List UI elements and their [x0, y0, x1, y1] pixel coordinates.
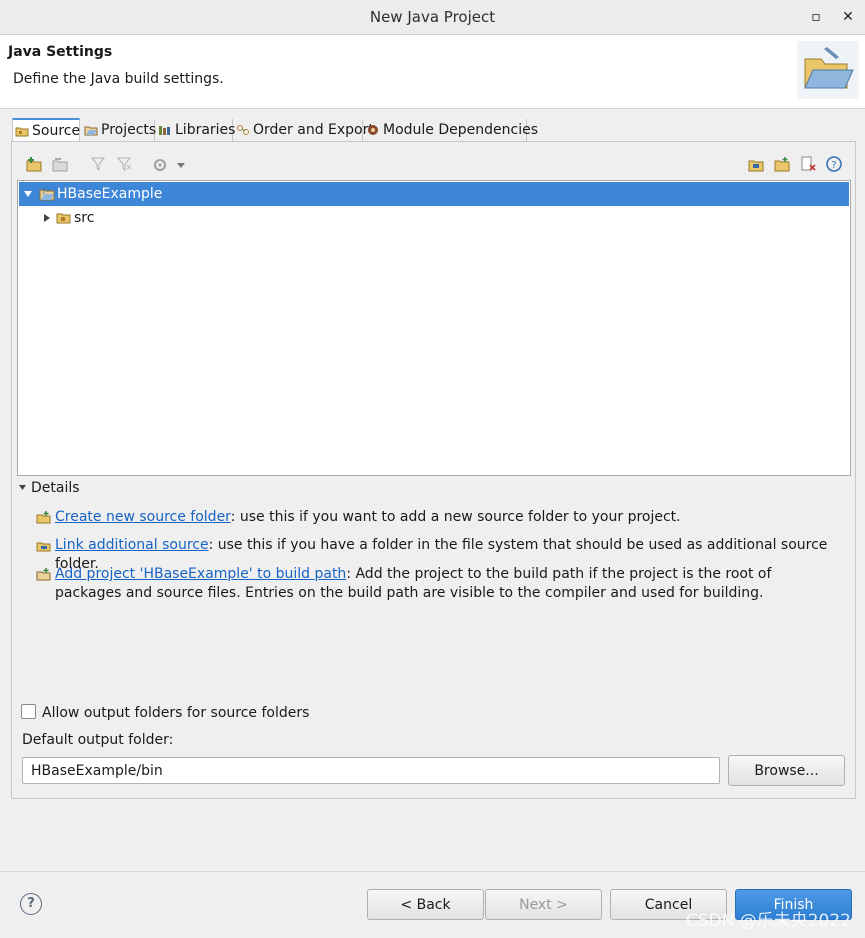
- browse-button[interactable]: Browse...: [728, 755, 845, 786]
- add-to-buildpath-icon: [36, 568, 51, 581]
- link-source-icon[interactable]: [51, 155, 69, 173]
- source-tree: J HBaseExample src: [17, 180, 851, 476]
- configure-dropdown-icon[interactable]: [175, 155, 187, 173]
- svg-text:?: ?: [831, 160, 836, 171]
- details-item-create-folder: Create new source folder: use this if yo…: [36, 508, 836, 527]
- tree-toolbar: ?: [17, 150, 849, 178]
- tab-projects[interactable]: Projects: [82, 119, 156, 141]
- order-export-icon: [237, 125, 249, 135]
- folder-wizard-icon: [797, 41, 859, 99]
- default-output-folder-label: Default output folder:: [22, 732, 174, 748]
- add-project-to-build-path-link[interactable]: Add project 'HBaseExample' to build path: [55, 566, 346, 582]
- remove-entry-icon[interactable]: [799, 155, 817, 173]
- expand-down-icon[interactable]: [23, 190, 33, 198]
- svg-text:J: J: [42, 187, 45, 194]
- module-icon: [368, 125, 378, 135]
- details-item-add-project: Add project 'HBaseExample' to build path…: [36, 565, 836, 603]
- page-title: Java Settings: [8, 44, 113, 60]
- default-output-folder-field[interactable]: HBaseExample/bin: [22, 757, 720, 784]
- help-circle-icon[interactable]: ?: [825, 155, 843, 173]
- tree-item-src[interactable]: src: [19, 206, 849, 230]
- page-description: Define the Java build settings.: [13, 71, 224, 87]
- details-section-header[interactable]: Details: [18, 480, 80, 496]
- source-folder-icon: [15, 127, 29, 137]
- tab-source[interactable]: Source: [12, 118, 80, 142]
- back-button[interactable]: < Back: [367, 889, 484, 920]
- footer-divider: [0, 871, 865, 872]
- help-icon[interactable]: ?: [20, 893, 42, 915]
- header-banner: Java Settings Define the Java build sett…: [0, 35, 865, 109]
- close-icon[interactable]: ✕: [838, 7, 858, 27]
- filter-exclusion-icon[interactable]: [115, 155, 133, 173]
- title-bar: New Java Project ▫ ✕: [0, 0, 865, 35]
- collapse-down-icon: [19, 485, 26, 490]
- link-additional-source-link[interactable]: Link additional source: [55, 537, 209, 553]
- next-button[interactable]: Next >: [485, 889, 602, 920]
- package-folder-icon: [56, 213, 71, 224]
- tab-order-and-export[interactable]: Order and Export: [234, 119, 374, 141]
- link-folder-icon[interactable]: [747, 155, 765, 173]
- configure-icon[interactable]: [151, 155, 169, 173]
- projects-icon: [84, 126, 98, 136]
- java-project-icon: J: [39, 187, 55, 201]
- create-source-folder-link[interactable]: Create new source folder: [55, 509, 231, 525]
- tree-item-project[interactable]: J HBaseExample: [19, 182, 849, 206]
- tab-libraries[interactable]: Libraries: [156, 119, 235, 141]
- tab-module-dependencies[interactable]: Module Dependencies: [364, 119, 538, 141]
- filter-inclusion-icon[interactable]: [89, 155, 107, 173]
- expand-right-icon[interactable]: [43, 213, 51, 223]
- watermark: CSDN @乐未央2022: [685, 911, 851, 931]
- maximize-icon[interactable]: ▫: [806, 7, 826, 27]
- checkbox-box[interactable]: [21, 704, 36, 719]
- new-source-folder-icon: [36, 511, 51, 524]
- window-title: New Java Project: [369, 8, 496, 26]
- link-source-folder-icon: [36, 542, 51, 552]
- new-folder-icon[interactable]: [773, 155, 791, 173]
- allow-output-folders-checkbox[interactable]: Allow output folders for source folders: [21, 704, 309, 721]
- add-source-folder-icon[interactable]: [25, 155, 43, 173]
- libraries-icon: [159, 126, 170, 135]
